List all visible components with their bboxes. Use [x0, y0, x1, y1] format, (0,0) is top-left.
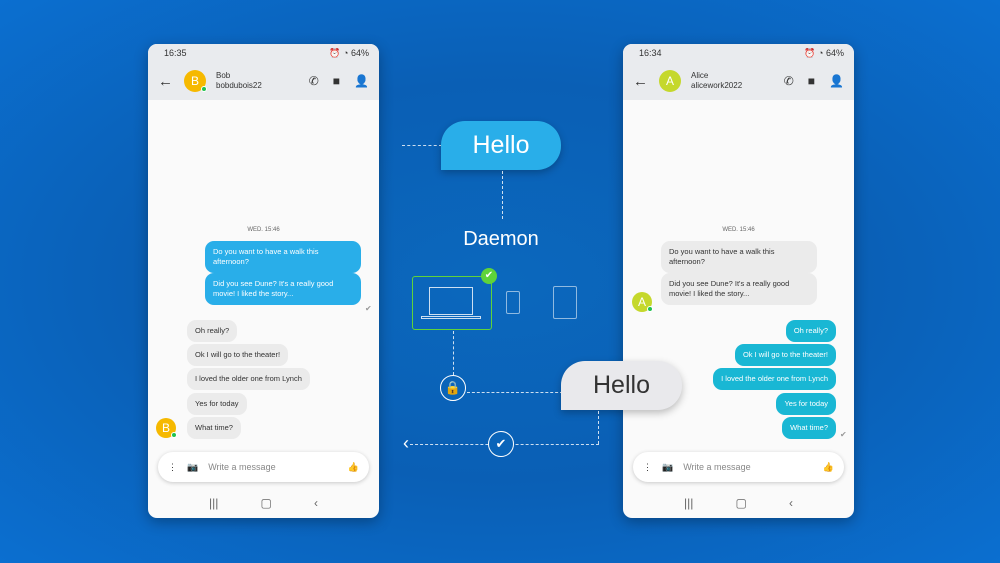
connector-line	[453, 331, 454, 375]
arrow-left-icon: ‹	[403, 433, 409, 453]
camera-icon[interactable]: 📷	[662, 462, 673, 473]
message-bubble: Ok I will go to the theater!	[734, 344, 836, 366]
wifi-icon: ⏰ ◔	[329, 47, 351, 58]
delivered-check-icon: ✔	[488, 431, 514, 457]
person-icon[interactable]: 👤	[829, 74, 844, 88]
android-nav-bar: ||| ▢ ‹	[623, 488, 854, 518]
right-phone: 16:34 ⏰ ◔ 64% ← A Alice alicework2022 ✆ ■ 👤 …	[623, 44, 854, 518]
online-indicator	[647, 306, 653, 312]
back-arrow-icon[interactable]: ←	[158, 73, 184, 90]
sender-avatar: B	[156, 418, 177, 438]
check-badge-icon: ✔	[481, 268, 497, 284]
online-indicator	[201, 86, 207, 92]
message-bubble: Oh really?	[187, 320, 238, 342]
read-check-icon: ✔	[365, 304, 372, 313]
avatar[interactable]: A	[659, 70, 681, 92]
message-bubble: Do you want to have a walk this afternoo…	[661, 241, 817, 273]
avatar-initial: A	[665, 74, 674, 88]
phone-device-icon	[506, 291, 520, 314]
nav-back-icon[interactable]: ‹	[314, 496, 318, 510]
hello-text: Hello	[472, 131, 530, 159]
status-time: 16:35	[164, 48, 187, 58]
message-bubble: Did you see Dune? It's a really good mov…	[661, 273, 817, 305]
avatar-initial: B	[161, 421, 170, 435]
recents-icon[interactable]: |||	[209, 496, 218, 510]
person-icon[interactable]: 👤	[354, 74, 369, 88]
nav-back-icon[interactable]: ‹	[789, 496, 793, 510]
hello-text: Hello	[593, 371, 650, 399]
sender-avatar: A	[632, 292, 653, 312]
home-icon[interactable]: ▢	[736, 496, 747, 510]
laptop-base	[421, 316, 481, 319]
message-placeholder: Write a message	[683, 462, 751, 472]
video-icon[interactable]: ■	[333, 74, 340, 88]
thumbs-up-icon[interactable]: 👍	[348, 462, 359, 473]
lock-icon: 🔒	[440, 375, 466, 401]
contact-username: bobdubois22	[216, 81, 262, 90]
avatar-initial: B	[190, 74, 199, 88]
message-bubble: What time?	[187, 417, 241, 439]
battery-level: 64%	[350, 47, 369, 58]
message-bubble: I loved the older one from Lynch	[187, 368, 310, 390]
message-bubble: I loved the older one from Lynch	[713, 368, 836, 390]
read-check-icon: ✔	[840, 430, 847, 439]
hello-bubble-received: Hello	[561, 361, 682, 410]
avatar-initial: A	[637, 295, 646, 309]
date-separator: WED. 15:46	[247, 227, 280, 233]
tablet-device-icon	[553, 286, 577, 319]
message-input[interactable]: ⋮ 📷 Write a message 👍	[633, 452, 844, 482]
laptop-device-selected	[412, 276, 492, 330]
back-arrow-icon[interactable]: ←	[633, 73, 659, 90]
more-options-icon[interactable]: ⋮	[643, 462, 652, 473]
message-bubble: Do you want to have a walk this afternoo…	[205, 241, 361, 273]
message-bubble: Oh really?	[785, 320, 836, 342]
message-bubble: Ok I will go to the theater!	[187, 344, 289, 366]
chat-header: ← B Bob bobdubois22 ✆ ■ 👤	[148, 62, 379, 100]
battery-level: 64%	[825, 47, 844, 58]
message-bubble: Yes for today	[187, 393, 247, 415]
connector-line	[402, 145, 442, 146]
message-placeholder: Write a message	[208, 462, 276, 472]
message-bubble: Did you see Dune? It's a really good mov…	[205, 273, 361, 305]
status-bar: 16:35 ⏰ ◔ 64%	[148, 44, 379, 62]
android-nav-bar: ||| ▢ ‹	[148, 488, 379, 518]
connector-line	[502, 171, 503, 219]
thumbs-up-icon[interactable]: 👍	[823, 462, 834, 473]
status-time: 16:34	[639, 48, 662, 58]
wifi-icon: ⏰ ◔	[804, 47, 826, 58]
phone-icon[interactable]: ✆	[309, 74, 319, 88]
hello-bubble-sent: Hello	[441, 121, 561, 170]
contact-name: Alice	[691, 71, 709, 80]
online-indicator	[171, 432, 177, 438]
laptop-icon	[429, 287, 473, 315]
camera-icon[interactable]: 📷	[187, 462, 198, 473]
left-phone: 16:35 ⏰ ◔ 64% ← B Bob bobdubois22 ✆ ■ 👤 WED.…	[148, 44, 379, 518]
recents-icon[interactable]: |||	[684, 496, 693, 510]
phone-icon[interactable]: ✆	[784, 74, 794, 88]
message-bubble: What time?	[782, 417, 836, 439]
chat-header: ← A Alice alicework2022 ✆ ■ 👤	[623, 62, 854, 100]
daemon-label: Daemon	[463, 228, 539, 250]
status-bar: 16:34 ⏰ ◔ 64%	[623, 44, 854, 62]
home-icon[interactable]: ▢	[261, 496, 272, 510]
avatar[interactable]: B	[184, 70, 207, 92]
message-bubble: Yes for today	[776, 393, 836, 415]
video-icon[interactable]: ■	[808, 74, 815, 88]
connector-line	[598, 411, 599, 444]
connector-line	[467, 392, 563, 393]
more-options-icon[interactable]: ⋮	[168, 462, 177, 473]
date-separator: WED. 15:46	[722, 227, 755, 233]
contact-name: Bob	[216, 71, 231, 80]
contact-username: alicework2022	[691, 81, 743, 90]
message-input[interactable]: ⋮ 📷 Write a message 👍	[158, 452, 369, 482]
